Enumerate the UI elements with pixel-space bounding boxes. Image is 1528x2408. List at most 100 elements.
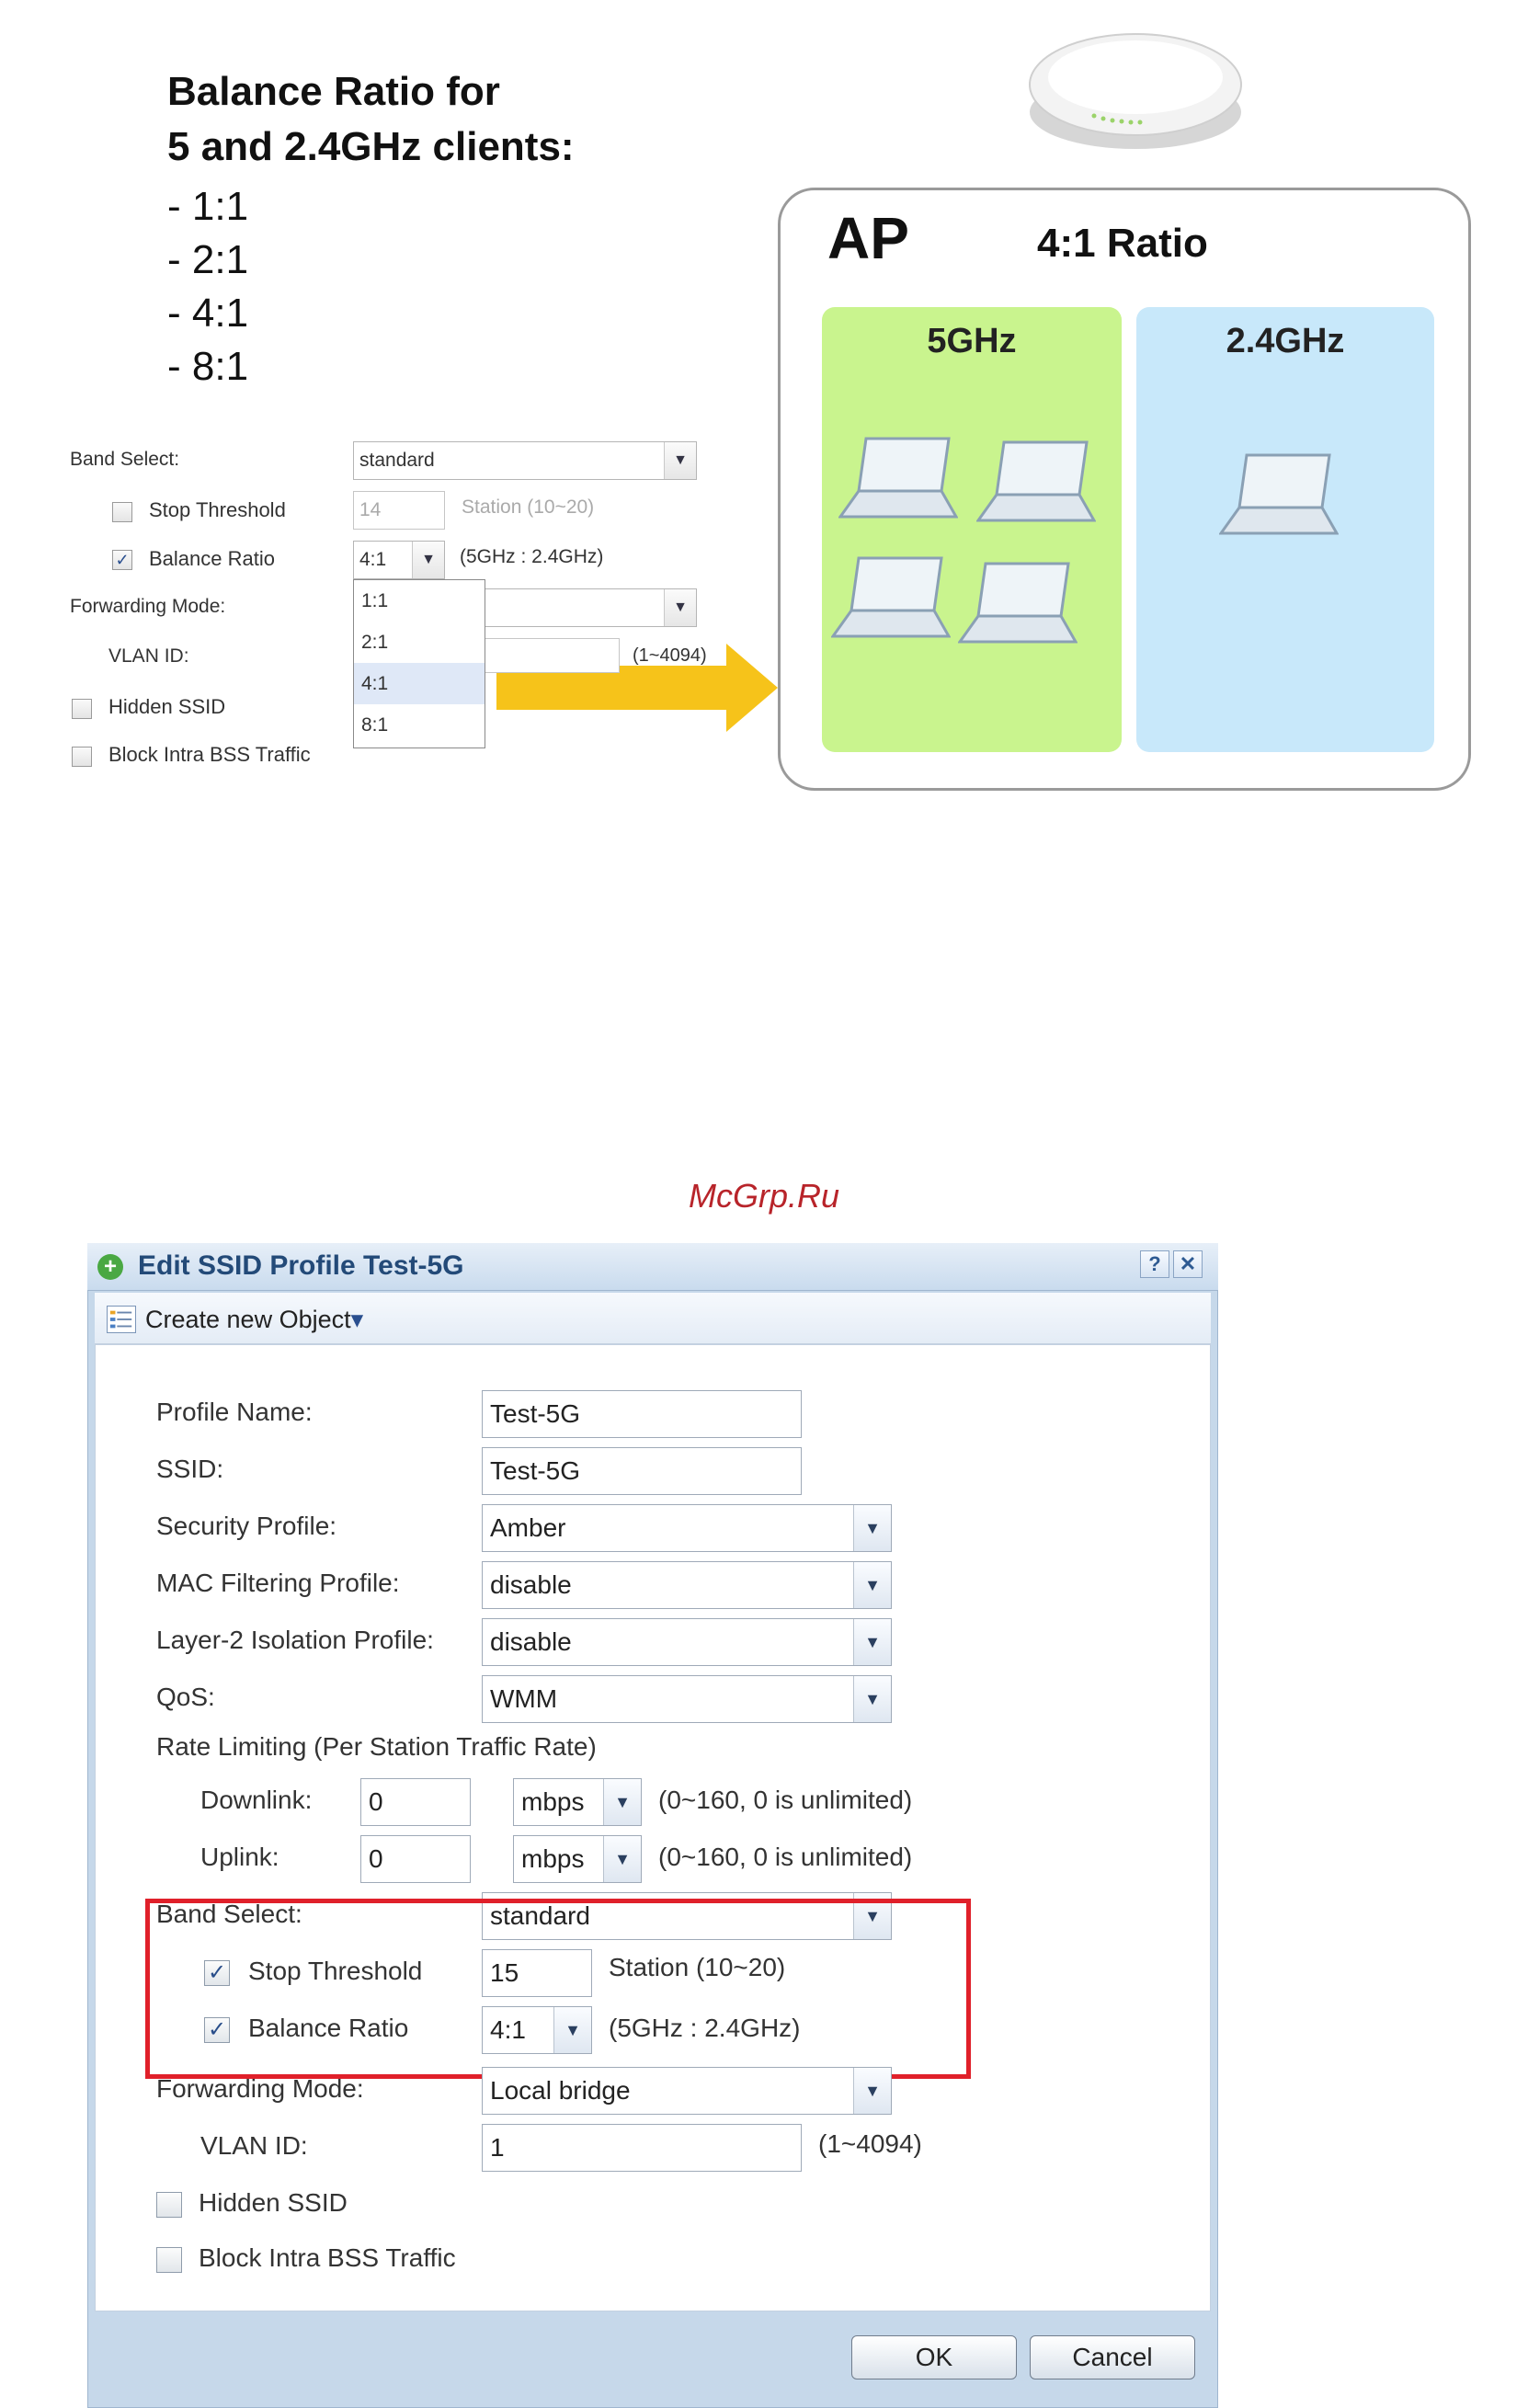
create-new-object-menu[interactable]: Create new Object▾ bbox=[145, 1306, 363, 1334]
ok-button[interactable]: OK bbox=[851, 2335, 1017, 2379]
security-profile-label: Security Profile: bbox=[156, 1512, 337, 1540]
small-forwarding-mode-label: Forwarding Mode: bbox=[70, 596, 226, 617]
uplink-unit-value: mbps bbox=[521, 1844, 585, 1873]
laptop-icon bbox=[831, 556, 951, 638]
vlan-id-label: VLAN ID: bbox=[200, 2131, 308, 2160]
small-band-select-dropdown[interactable]: standard ▼ bbox=[353, 441, 697, 480]
profile-name-label: Profile Name: bbox=[156, 1398, 313, 1426]
small-block-intra-checkbox[interactable] bbox=[72, 747, 92, 767]
balance-ratio-heading: Balance Ratio for 5 and 2.4GHz clients: bbox=[167, 64, 575, 175]
block-intra-bss-label: Block Intra BSS Traffic bbox=[199, 2243, 456, 2272]
access-point-device-icon bbox=[1029, 33, 1242, 149]
ssid-input[interactable]: Test-5G bbox=[482, 1447, 802, 1495]
small-balance-ratio-dropdown[interactable]: 4:1 ▼ bbox=[353, 541, 445, 579]
small-band-select-value: standard bbox=[359, 450, 435, 471]
heading-line-2: 5 and 2.4GHz clients: bbox=[167, 124, 575, 169]
chevron-down-icon[interactable]: ▼ bbox=[853, 1676, 891, 1722]
small-balance-ratio-value: 4:1 bbox=[359, 549, 387, 570]
ssid-label: SSID: bbox=[156, 1455, 224, 1483]
small-vlan-hint: (1~4094) bbox=[633, 645, 707, 666]
laptop-icon bbox=[976, 440, 1096, 522]
vlan-id-input[interactable]: 1 bbox=[482, 2124, 802, 2172]
small-hidden-ssid-label: Hidden SSID bbox=[108, 695, 226, 718]
downlink-unit-value: mbps bbox=[521, 1787, 585, 1816]
chevron-down-icon[interactable]: ▼ bbox=[853, 1505, 891, 1551]
chevron-down-icon[interactable]: ▼ bbox=[412, 542, 444, 578]
small-stop-threshold-hint: Station (10~20) bbox=[462, 496, 595, 518]
block-intra-bss-checkbox[interactable] bbox=[156, 2247, 182, 2273]
ratio-item: - 2:1 bbox=[167, 237, 249, 282]
edit-icon: + bbox=[97, 1254, 123, 1280]
ap-ratio-label: 4:1 Ratio bbox=[1037, 221, 1208, 266]
hidden-ssid-label: Hidden SSID bbox=[199, 2188, 348, 2217]
small-band-select-label: Band Select: bbox=[70, 449, 180, 470]
security-profile-value: Amber bbox=[490, 1513, 566, 1542]
ratio-option[interactable]: 8:1 bbox=[354, 704, 485, 746]
qos-select[interactable]: WMM ▼ bbox=[482, 1675, 892, 1723]
downlink-unit-select[interactable]: mbps ▼ bbox=[513, 1778, 642, 1826]
layer2-isolation-value: disable bbox=[490, 1627, 572, 1656]
laptop-icon bbox=[1219, 453, 1339, 535]
chevron-down-icon[interactable]: ▼ bbox=[853, 1619, 891, 1665]
close-button[interactable]: ✕ bbox=[1173, 1250, 1203, 1278]
forwarding-mode-value: Local bridge bbox=[490, 2076, 631, 2105]
small-stop-threshold-label: Stop Threshold bbox=[149, 498, 286, 521]
forwarding-mode-select[interactable]: Local bridge ▼ bbox=[482, 2067, 892, 2115]
mac-filtering-select[interactable]: disable ▼ bbox=[482, 1561, 892, 1609]
vlan-id-hint: (1~4094) bbox=[818, 2129, 922, 2158]
mac-filtering-label: MAC Filtering Profile: bbox=[156, 1569, 400, 1597]
ratio-option-selected[interactable]: 4:1 bbox=[354, 663, 485, 704]
uplink-unit-select[interactable]: mbps ▼ bbox=[513, 1835, 642, 1883]
chevron-down-icon[interactable]: ▼ bbox=[853, 1562, 891, 1608]
small-balance-ratio-label: Balance Ratio bbox=[149, 547, 275, 570]
cancel-button[interactable]: Cancel bbox=[1030, 2335, 1195, 2379]
chevron-down-icon[interactable]: ▼ bbox=[853, 2068, 891, 2114]
downlink-input[interactable]: 0 bbox=[360, 1778, 471, 1826]
profile-name-input[interactable]: Test-5G bbox=[482, 1390, 802, 1438]
small-balance-ratio-checkbox[interactable]: ✓ bbox=[112, 550, 132, 570]
laptop-icon bbox=[958, 562, 1078, 644]
small-block-intra-label: Block Intra BSS Traffic bbox=[108, 743, 311, 766]
ratio-item: - 8:1 bbox=[167, 344, 249, 389]
downlink-hint: (0~160, 0 is unlimited) bbox=[658, 1786, 913, 1814]
ratio-option[interactable]: 2:1 bbox=[354, 622, 485, 663]
layer2-isolation-label: Layer-2 Isolation Profile: bbox=[156, 1626, 434, 1654]
uplink-input[interactable]: 0 bbox=[360, 1835, 471, 1883]
ratio-list: - 1:1 - 2:1 - 4:1 - 8:1 bbox=[167, 180, 248, 394]
create-new-object-label: Create new Object bbox=[145, 1306, 351, 1333]
band-5ghz-zone: 5GHz bbox=[822, 307, 1122, 752]
band-select-highlight-box bbox=[145, 1899, 971, 2079]
chevron-down-icon[interactable]: ▼ bbox=[603, 1836, 641, 1882]
forwarding-mode-label: Forwarding Mode: bbox=[156, 2074, 364, 2103]
help-button[interactable]: ? bbox=[1140, 1250, 1169, 1278]
band-5ghz-label: 5GHz bbox=[927, 322, 1017, 360]
mac-filtering-value: disable bbox=[490, 1570, 572, 1599]
balance-ratio-options-list: 1:1 2:1 4:1 8:1 bbox=[353, 579, 485, 748]
small-hidden-ssid-checkbox[interactable] bbox=[72, 699, 92, 719]
object-list-icon bbox=[107, 1306, 136, 1333]
chevron-down-icon[interactable]: ▼ bbox=[664, 589, 696, 626]
ap-label: AP bbox=[827, 205, 909, 271]
downlink-label: Downlink: bbox=[200, 1786, 313, 1814]
band-2-4ghz-label: 2.4GHz bbox=[1226, 322, 1345, 360]
qos-label: QoS: bbox=[156, 1683, 215, 1711]
small-stop-threshold-input[interactable]: 14 bbox=[353, 491, 445, 530]
qos-value: WMM bbox=[490, 1684, 558, 1713]
uplink-label: Uplink: bbox=[200, 1843, 279, 1871]
band-2-4ghz-zone: 2.4GHz bbox=[1136, 307, 1434, 752]
ratio-option[interactable]: 1:1 bbox=[354, 580, 485, 622]
caret-down-icon: ▾ bbox=[350, 1306, 364, 1333]
small-balance-ratio-hint: (5GHz : 2.4GHz) bbox=[460, 546, 604, 567]
chevron-down-icon[interactable]: ▼ bbox=[603, 1779, 641, 1825]
security-profile-select[interactable]: Amber ▼ bbox=[482, 1504, 892, 1552]
dialog-title: Edit SSID Profile Test-5G bbox=[138, 1250, 464, 1281]
small-stop-threshold-checkbox[interactable] bbox=[112, 502, 132, 522]
hidden-ssid-checkbox[interactable] bbox=[156, 2192, 182, 2218]
watermark: McGrp.Ru bbox=[688, 1177, 840, 1215]
rate-limiting-label: Rate Limiting (Per Station Traffic Rate) bbox=[156, 1732, 597, 1761]
uplink-hint: (0~160, 0 is unlimited) bbox=[658, 1843, 913, 1871]
chevron-down-icon[interactable]: ▼ bbox=[664, 442, 696, 479]
ratio-item: - 1:1 bbox=[167, 184, 249, 229]
layer2-isolation-select[interactable]: disable ▼ bbox=[482, 1618, 892, 1666]
laptop-icon bbox=[838, 437, 958, 519]
